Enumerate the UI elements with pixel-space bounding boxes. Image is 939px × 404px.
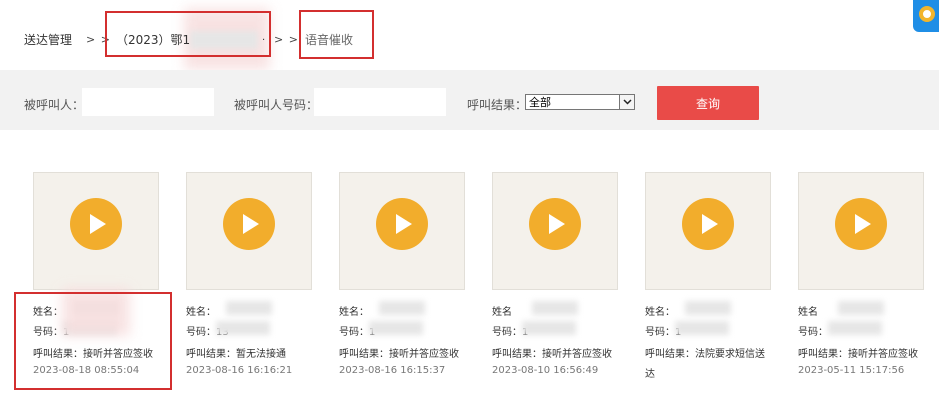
audio-card[interactable] (186, 172, 312, 290)
card-result: 呼叫结果：接听并答应签收 (492, 349, 612, 360)
highlight-box (14, 292, 172, 390)
caller-label: 被呼叫人： (24, 98, 85, 112)
privacy-blur (379, 301, 425, 315)
card-result2: 达 (645, 369, 655, 380)
card-phone: 号码： (798, 327, 828, 338)
play-icon[interactable] (70, 198, 122, 250)
audio-card[interactable] (798, 172, 924, 290)
audio-card[interactable] (492, 172, 618, 290)
app-corner-icon[interactable] (913, 0, 939, 32)
card-result: 呼叫结果：法院要求短信送 (645, 349, 765, 360)
privacy-blur (226, 301, 272, 315)
privacy-blur (216, 321, 270, 335)
play-icon[interactable] (529, 198, 581, 250)
result-select-value: 全部 (529, 96, 551, 109)
privacy-blur (532, 301, 578, 315)
privacy-blur (522, 321, 576, 335)
play-icon[interactable] (223, 198, 275, 250)
number-input[interactable] (314, 88, 446, 116)
privacy-blur (838, 301, 884, 315)
app-ring-icon (919, 6, 935, 22)
card-name: 姓名 (798, 307, 818, 318)
caller-input[interactable] (82, 88, 214, 116)
play-icon[interactable] (682, 198, 734, 250)
privacy-blur (828, 321, 882, 335)
breadcrumb-root[interactable]: 送达管理 (24, 31, 72, 48)
result-select[interactable]: 全部 (525, 94, 635, 110)
card-name: 姓名： (186, 307, 216, 318)
play-icon[interactable] (835, 198, 887, 250)
card-result: 呼叫结果：接听并答应签收 (798, 349, 918, 360)
card-name: 姓名： (339, 307, 369, 318)
card-result: 呼叫结果：接听并答应签收 (339, 349, 459, 360)
audio-card[interactable] (645, 172, 771, 290)
card-time: 2023-05-11 15:17:56 (798, 365, 905, 376)
chevron-down-icon[interactable] (619, 95, 634, 109)
card-time: 2023-08-10 16:56:49 (492, 365, 599, 376)
card-name: 姓名 (492, 307, 512, 318)
number-label: 被呼叫人号码： (234, 98, 319, 112)
highlight-box (299, 10, 374, 59)
audio-card[interactable] (33, 172, 159, 290)
result-label: 呼叫结果： (467, 98, 528, 112)
card-name: 姓名： (645, 307, 675, 318)
card-time: 2023-08-16 16:15:37 (339, 365, 446, 376)
card-result: 呼叫结果：暂无法接通 (186, 349, 286, 360)
play-icon[interactable] (376, 198, 428, 250)
privacy-blur (675, 321, 729, 335)
privacy-blur (369, 321, 423, 335)
privacy-blur (685, 301, 731, 315)
card-time: 2023-08-16 16:16:21 (186, 365, 293, 376)
highlight-box (105, 11, 271, 57)
query-button[interactable]: 查询 (657, 86, 759, 120)
breadcrumb-separator: > > (274, 33, 299, 46)
audio-card[interactable] (339, 172, 465, 290)
